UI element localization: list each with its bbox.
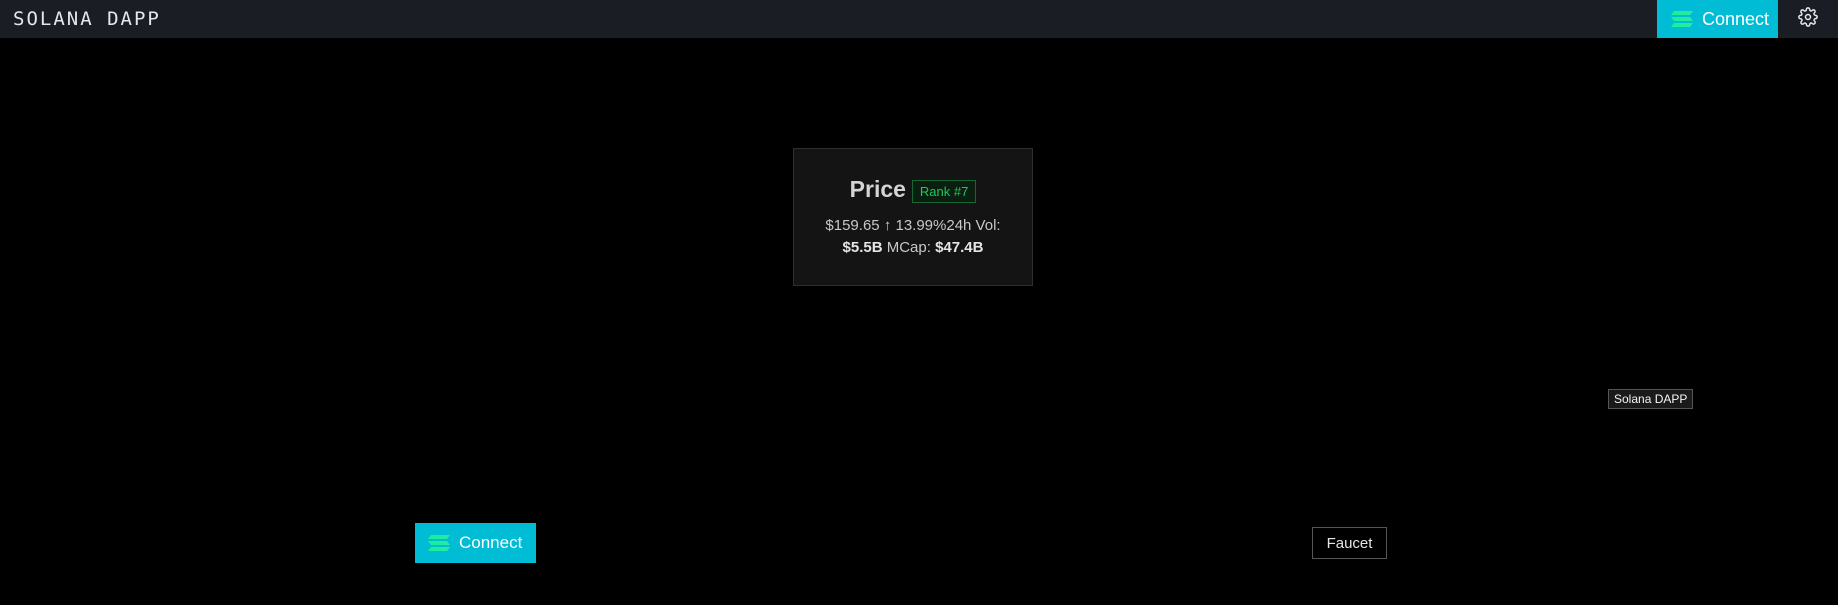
mcap-value: $47.4B	[935, 239, 984, 256]
rank-badge: Rank #7	[911, 179, 977, 203]
connect-button[interactable]: Connect	[415, 523, 536, 563]
connect-label: Connect	[459, 533, 523, 552]
connect-wallet-button[interactable]: Connect	[1657, 0, 1778, 38]
volume-label: 24h Vol:	[946, 217, 1001, 234]
volume-value: $5.5B	[842, 239, 883, 256]
connect-label: Connect	[1702, 8, 1770, 29]
price-value: $159.65	[825, 217, 880, 234]
price-header: Price Rank #7	[794, 176, 1032, 203]
solana-logo-icon	[1670, 10, 1694, 28]
price-title: Price	[849, 176, 906, 202]
top-navbar: SOLANA DAPP Connect	[0, 0, 1838, 38]
up-arrow-icon: ↑	[883, 217, 892, 234]
faucet-button[interactable]: Faucet	[1312, 527, 1387, 559]
navbar-actions: Connect	[1657, 0, 1838, 38]
mcap-label: MCap:	[886, 239, 931, 256]
settings-button[interactable]	[1778, 0, 1838, 38]
tooltip: Solana DAPP	[1608, 389, 1694, 409]
price-stats: $159.65 ↑ 13.99%24h Vol: $5.5B MCap: $47…	[794, 215, 1032, 259]
price-change: 13.99%	[895, 217, 947, 234]
price-card: Price Rank #7 $159.65 ↑ 13.99%24h Vol: $…	[793, 148, 1033, 286]
gear-icon	[1798, 6, 1818, 32]
solana-logo-icon	[427, 534, 451, 552]
brand-title[interactable]: SOLANA DAPP	[13, 8, 161, 30]
